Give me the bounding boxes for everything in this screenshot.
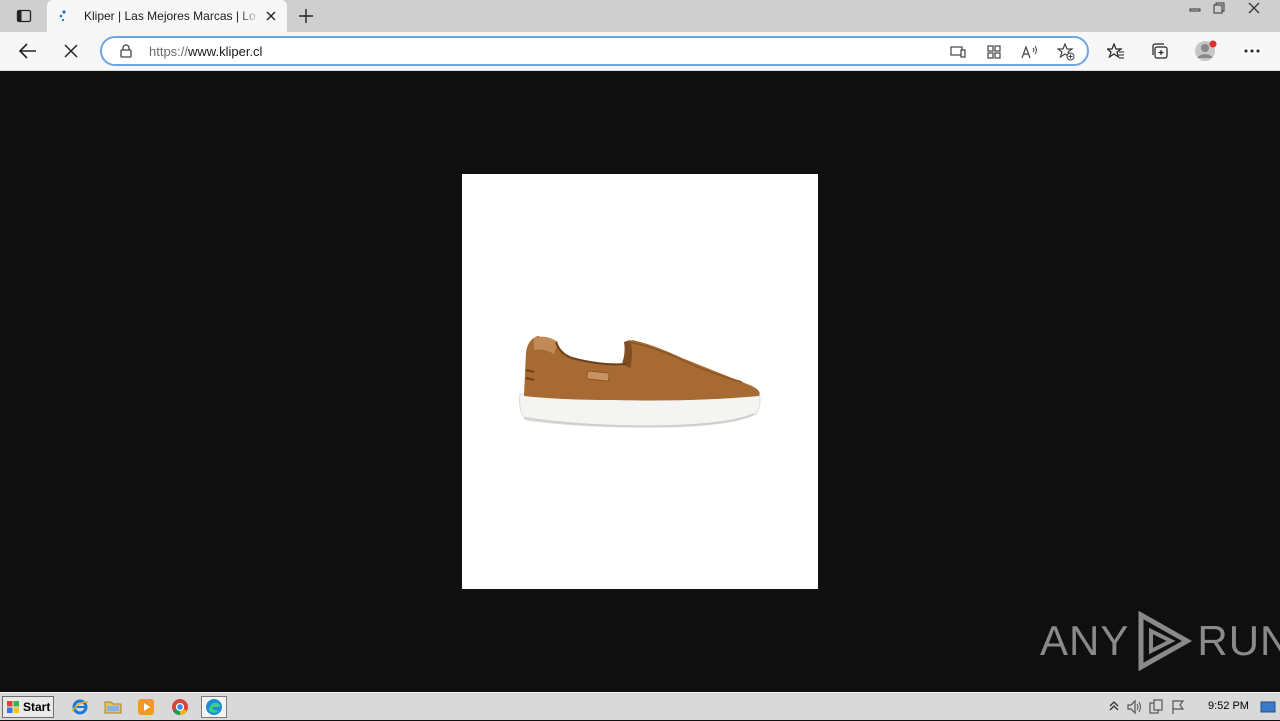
show-desktop-icon[interactable]: [1260, 699, 1276, 715]
windows-logo-icon: [7, 701, 19, 713]
browser-tab[interactable]: Kliper | Las Mejores Marcas | Lo último …: [47, 0, 287, 32]
tab-close-icon[interactable]: [263, 8, 279, 24]
restore-icon: [1213, 2, 1225, 14]
tab-title: Kliper | Las Mejores Marcas | Lo último …: [84, 9, 260, 23]
minimize-icon: [1189, 8, 1201, 12]
taskbar: Start 9:52 PM: [0, 692, 1280, 720]
extensions-icon[interactable]: [983, 42, 1005, 62]
browser-toolbar: https://www.kliper.cl: [0, 32, 1280, 71]
tab-actions-icon: [16, 9, 32, 23]
favorites-button[interactable]: [1101, 36, 1131, 66]
edge-icon: [206, 699, 222, 715]
settings-menu-button[interactable]: [1237, 36, 1267, 66]
file-explorer-taskbar-button[interactable]: [100, 696, 126, 718]
address-bar[interactable]: https://www.kliper.cl: [100, 36, 1089, 66]
add-favorite-icon[interactable]: [1055, 42, 1077, 62]
app-available-icon[interactable]: [947, 42, 969, 62]
show-hidden-icons-icon[interactable]: [1108, 700, 1120, 712]
back-button[interactable]: [13, 36, 43, 66]
url-scheme: https://: [149, 44, 189, 59]
read-aloud-icon[interactable]: [1019, 42, 1041, 62]
collections-icon: [1152, 43, 1168, 59]
network-icon[interactable]: [1148, 699, 1164, 715]
more-options-icon: [1244, 49, 1260, 53]
action-center-flag-icon[interactable]: [1170, 699, 1186, 715]
collections-button[interactable]: [1145, 36, 1175, 66]
restore-button[interactable]: [1208, 0, 1230, 16]
url-host: www.kliper.cl: [188, 44, 263, 59]
clock[interactable]: 9:52 PM: [1208, 700, 1249, 712]
avatar-icon: [1195, 40, 1217, 61]
media-player-taskbar-button[interactable]: [133, 696, 159, 718]
stop-icon: [64, 44, 78, 58]
chrome-icon: [172, 699, 188, 716]
shoe-image: [519, 336, 761, 428]
minimize-button[interactable]: [1184, 0, 1206, 16]
lock-icon[interactable]: [118, 43, 134, 59]
start-label: Start: [23, 700, 51, 714]
back-arrow-icon: [19, 43, 36, 59]
internet-explorer-icon: [71, 699, 89, 715]
folder-icon: [104, 701, 122, 714]
media-player-icon: [138, 699, 154, 715]
start-button[interactable]: Start: [2, 696, 54, 718]
play-logo-icon: [1138, 611, 1193, 671]
system-tray: 9:52 PM: [1104, 693, 1280, 721]
anyrun-watermark: ANY RUN: [1040, 611, 1280, 671]
profile-button[interactable]: [1191, 36, 1221, 66]
plus-icon: [299, 9, 313, 23]
tab-strip: Kliper | Las Mejores Marcas | Lo último …: [0, 0, 1280, 32]
watermark-text-left: ANY: [1040, 617, 1130, 664]
stop-loading-button[interactable]: [56, 36, 86, 66]
close-window-button[interactable]: [1232, 0, 1276, 16]
watermark-text-right: RUN: [1197, 617, 1280, 664]
tab-actions-button[interactable]: [8, 4, 40, 28]
internet-explorer-taskbar-button[interactable]: [67, 696, 93, 718]
close-icon: [1248, 2, 1260, 14]
volume-icon[interactable]: [1126, 699, 1142, 715]
new-tab-button[interactable]: [294, 4, 318, 28]
chrome-taskbar-button[interactable]: [167, 696, 193, 718]
edge-taskbar-button[interactable]: [201, 696, 227, 718]
product-image[interactable]: [462, 174, 818, 589]
loading-icon: [56, 8, 72, 24]
page-content: ANY RUN: [0, 71, 1280, 692]
url-text[interactable]: https://www.kliper.cl: [149, 44, 262, 59]
favorites-icon: [1107, 43, 1124, 59]
